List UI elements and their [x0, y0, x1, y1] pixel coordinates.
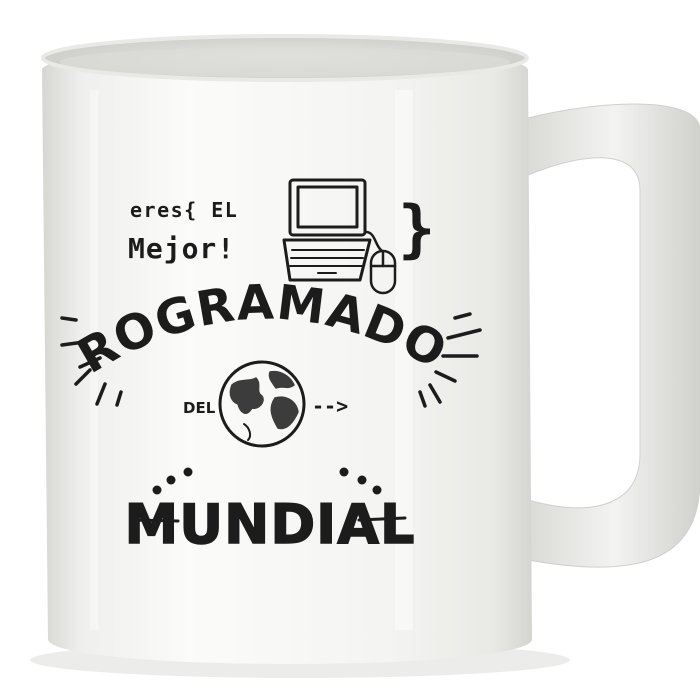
closing-brace: }: [398, 192, 435, 265]
mundial-label: MUNDIAL: [125, 493, 416, 556]
mug-handle: [527, 103, 700, 568]
line-mejor: Mejor!: [128, 232, 235, 265]
mug-photo: eres{ EL Mejor! } PROGRAMADOR: [0, 0, 700, 678]
arrow-label: -->: [312, 394, 348, 418]
line-eres-el: eres{ EL: [130, 198, 238, 222]
del-label: DEL: [183, 399, 216, 417]
